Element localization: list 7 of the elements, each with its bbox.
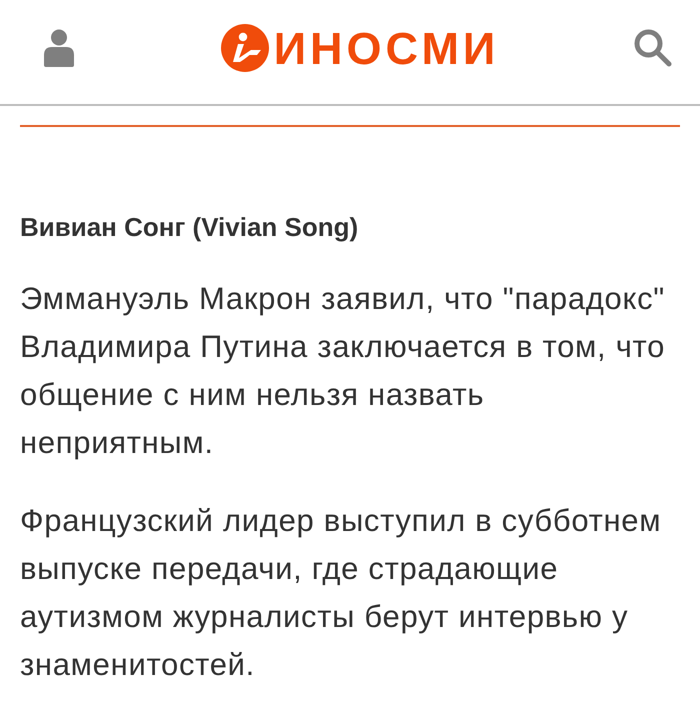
author-name: Вивиан Сонг (Vivian Song) — [20, 211, 360, 244]
logo-text[interactable]: ИНОСМИ — [274, 26, 500, 70]
user-icon[interactable] — [44, 29, 74, 67]
logo-icon — [220, 24, 269, 72]
article-paragraph: Эммануэль Макрон заявил, что "парадокс" Владимира Путина заключается в том, что общение с ним нельзя назвать неприятным. — [20, 280, 666, 462]
search-icon[interactable] — [634, 29, 672, 67]
article-paragraph: Французский лидер выступил в субботнем выпуске передачи, где страдающие аутизмом журналисты берут интервью у знаменитостей. — [20, 502, 662, 684]
